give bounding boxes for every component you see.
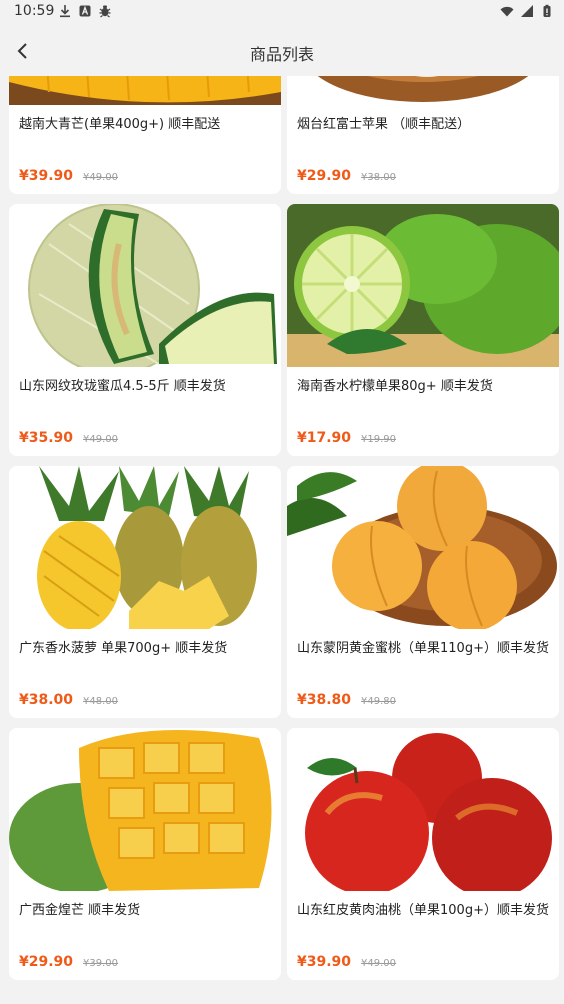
product-grid: 越南大青芒(单果400g+) 顺丰配送 ¥39.90 ¥49.00 烟台红富士苹… [9, 76, 559, 980]
product-card[interactable]: 海南香水柠檬单果80g+ 顺丰发货 ¥17.90 ¥19.90 [287, 204, 559, 456]
price-row: ¥39.90 ¥49.00 [297, 954, 396, 970]
product-price: ¥39.90 [297, 954, 352, 970]
product-card[interactable]: 越南大青芒(单果400g+) 顺丰配送 ¥39.90 ¥49.00 [9, 76, 281, 194]
header-bar: 商品列表 [0, 26, 564, 76]
status-time: 10:59 [14, 3, 55, 19]
product-name: 山东红皮黄肉油桃（单果100g+）顺丰发货 [297, 903, 549, 918]
product-card[interactable]: 山东红皮黄肉油桃（单果100g+）顺丰发货 ¥39.90 ¥49.00 [287, 728, 559, 980]
product-name: 广西金煌芒 顺丰发货 [19, 903, 141, 918]
price-row: ¥39.90 ¥49.00 [19, 168, 118, 184]
product-price: ¥39.90 [19, 168, 74, 184]
product-name: 山东网纹玫珑蜜瓜4.5-5斤 顺丰发货 [19, 379, 226, 394]
product-list[interactable]: 越南大青芒(单果400g+) 顺丰配送 ¥39.90 ¥49.00 烟台红富士苹… [0, 76, 564, 1004]
price-row: ¥29.90 ¥39.00 [19, 954, 118, 970]
melon-image [9, 204, 281, 367]
yellow-peach-image [287, 466, 559, 629]
lime-image [287, 204, 559, 367]
wifi-icon [500, 6, 514, 17]
mango-cut-image [9, 76, 281, 105]
product-card[interactable]: 山东蒙阴黄金蜜桃（单果110g+）顺丰发货 ¥38.80 ¥49.80 [287, 466, 559, 718]
original-price: ¥38.00 [361, 172, 397, 183]
price-row: ¥38.80 ¥49.80 [297, 692, 396, 708]
product-price: ¥35.90 [19, 430, 74, 446]
nectarine-image [287, 728, 559, 891]
original-price: ¥48.00 [83, 696, 119, 707]
original-price: ¥39.00 [83, 958, 119, 969]
original-price: ¥49.80 [361, 696, 397, 707]
apple-bowl-image [287, 76, 559, 105]
status-bar: 10:59 [0, 0, 564, 26]
price-row: ¥35.90 ¥49.00 [19, 430, 118, 446]
pineapple-image [9, 466, 281, 629]
product-card[interactable]: 广东香水菠萝 单果700g+ 顺丰发货 ¥38.00 ¥48.00 [9, 466, 281, 718]
green-mango-image [9, 728, 281, 891]
status-right-icons [500, 4, 554, 18]
product-price: ¥17.90 [297, 430, 352, 446]
price-row: ¥29.90 ¥38.00 [297, 168, 396, 184]
signal-icon [521, 5, 533, 17]
price-row: ¥38.00 ¥48.00 [19, 692, 118, 708]
product-price: ¥38.00 [19, 692, 74, 708]
page-title: 商品列表 [249, 45, 314, 64]
product-card[interactable]: 山东网纹玫珑蜜瓜4.5-5斤 顺丰发货 ¥35.90 ¥49.00 [9, 204, 281, 456]
original-price: ¥49.00 [361, 958, 397, 969]
bug-icon [99, 5, 111, 18]
price-row: ¥17.90 ¥19.90 [297, 430, 396, 446]
product-card[interactable]: 烟台红富士苹果 （顺丰配送） ¥29.90 ¥38.00 [287, 76, 559, 194]
product-card[interactable]: 广西金煌芒 顺丰发货 ¥29.90 ¥39.00 [9, 728, 281, 980]
product-price: ¥38.80 [297, 692, 352, 708]
product-name: 越南大青芒(单果400g+) 顺丰配送 [19, 117, 221, 132]
product-price: ¥29.90 [19, 954, 74, 970]
product-name: 烟台红富士苹果 （顺丰配送） [297, 117, 471, 132]
original-price: ¥49.00 [83, 172, 119, 183]
original-price: ¥19.90 [361, 434, 397, 445]
battery-icon [543, 4, 551, 17]
product-name: 广东香水菠萝 单果700g+ 顺丰发货 [19, 641, 228, 656]
product-price: ¥29.90 [297, 168, 352, 184]
download-icon [60, 5, 70, 18]
product-name: 山东蒙阴黄金蜜桃（单果110g+）顺丰发货 [297, 641, 549, 656]
original-price: ¥49.00 [83, 434, 119, 445]
a-badge-icon [79, 5, 91, 17]
product-name: 海南香水柠檬单果80g+ 顺丰发货 [297, 379, 493, 394]
status-left-icons [58, 4, 112, 18]
